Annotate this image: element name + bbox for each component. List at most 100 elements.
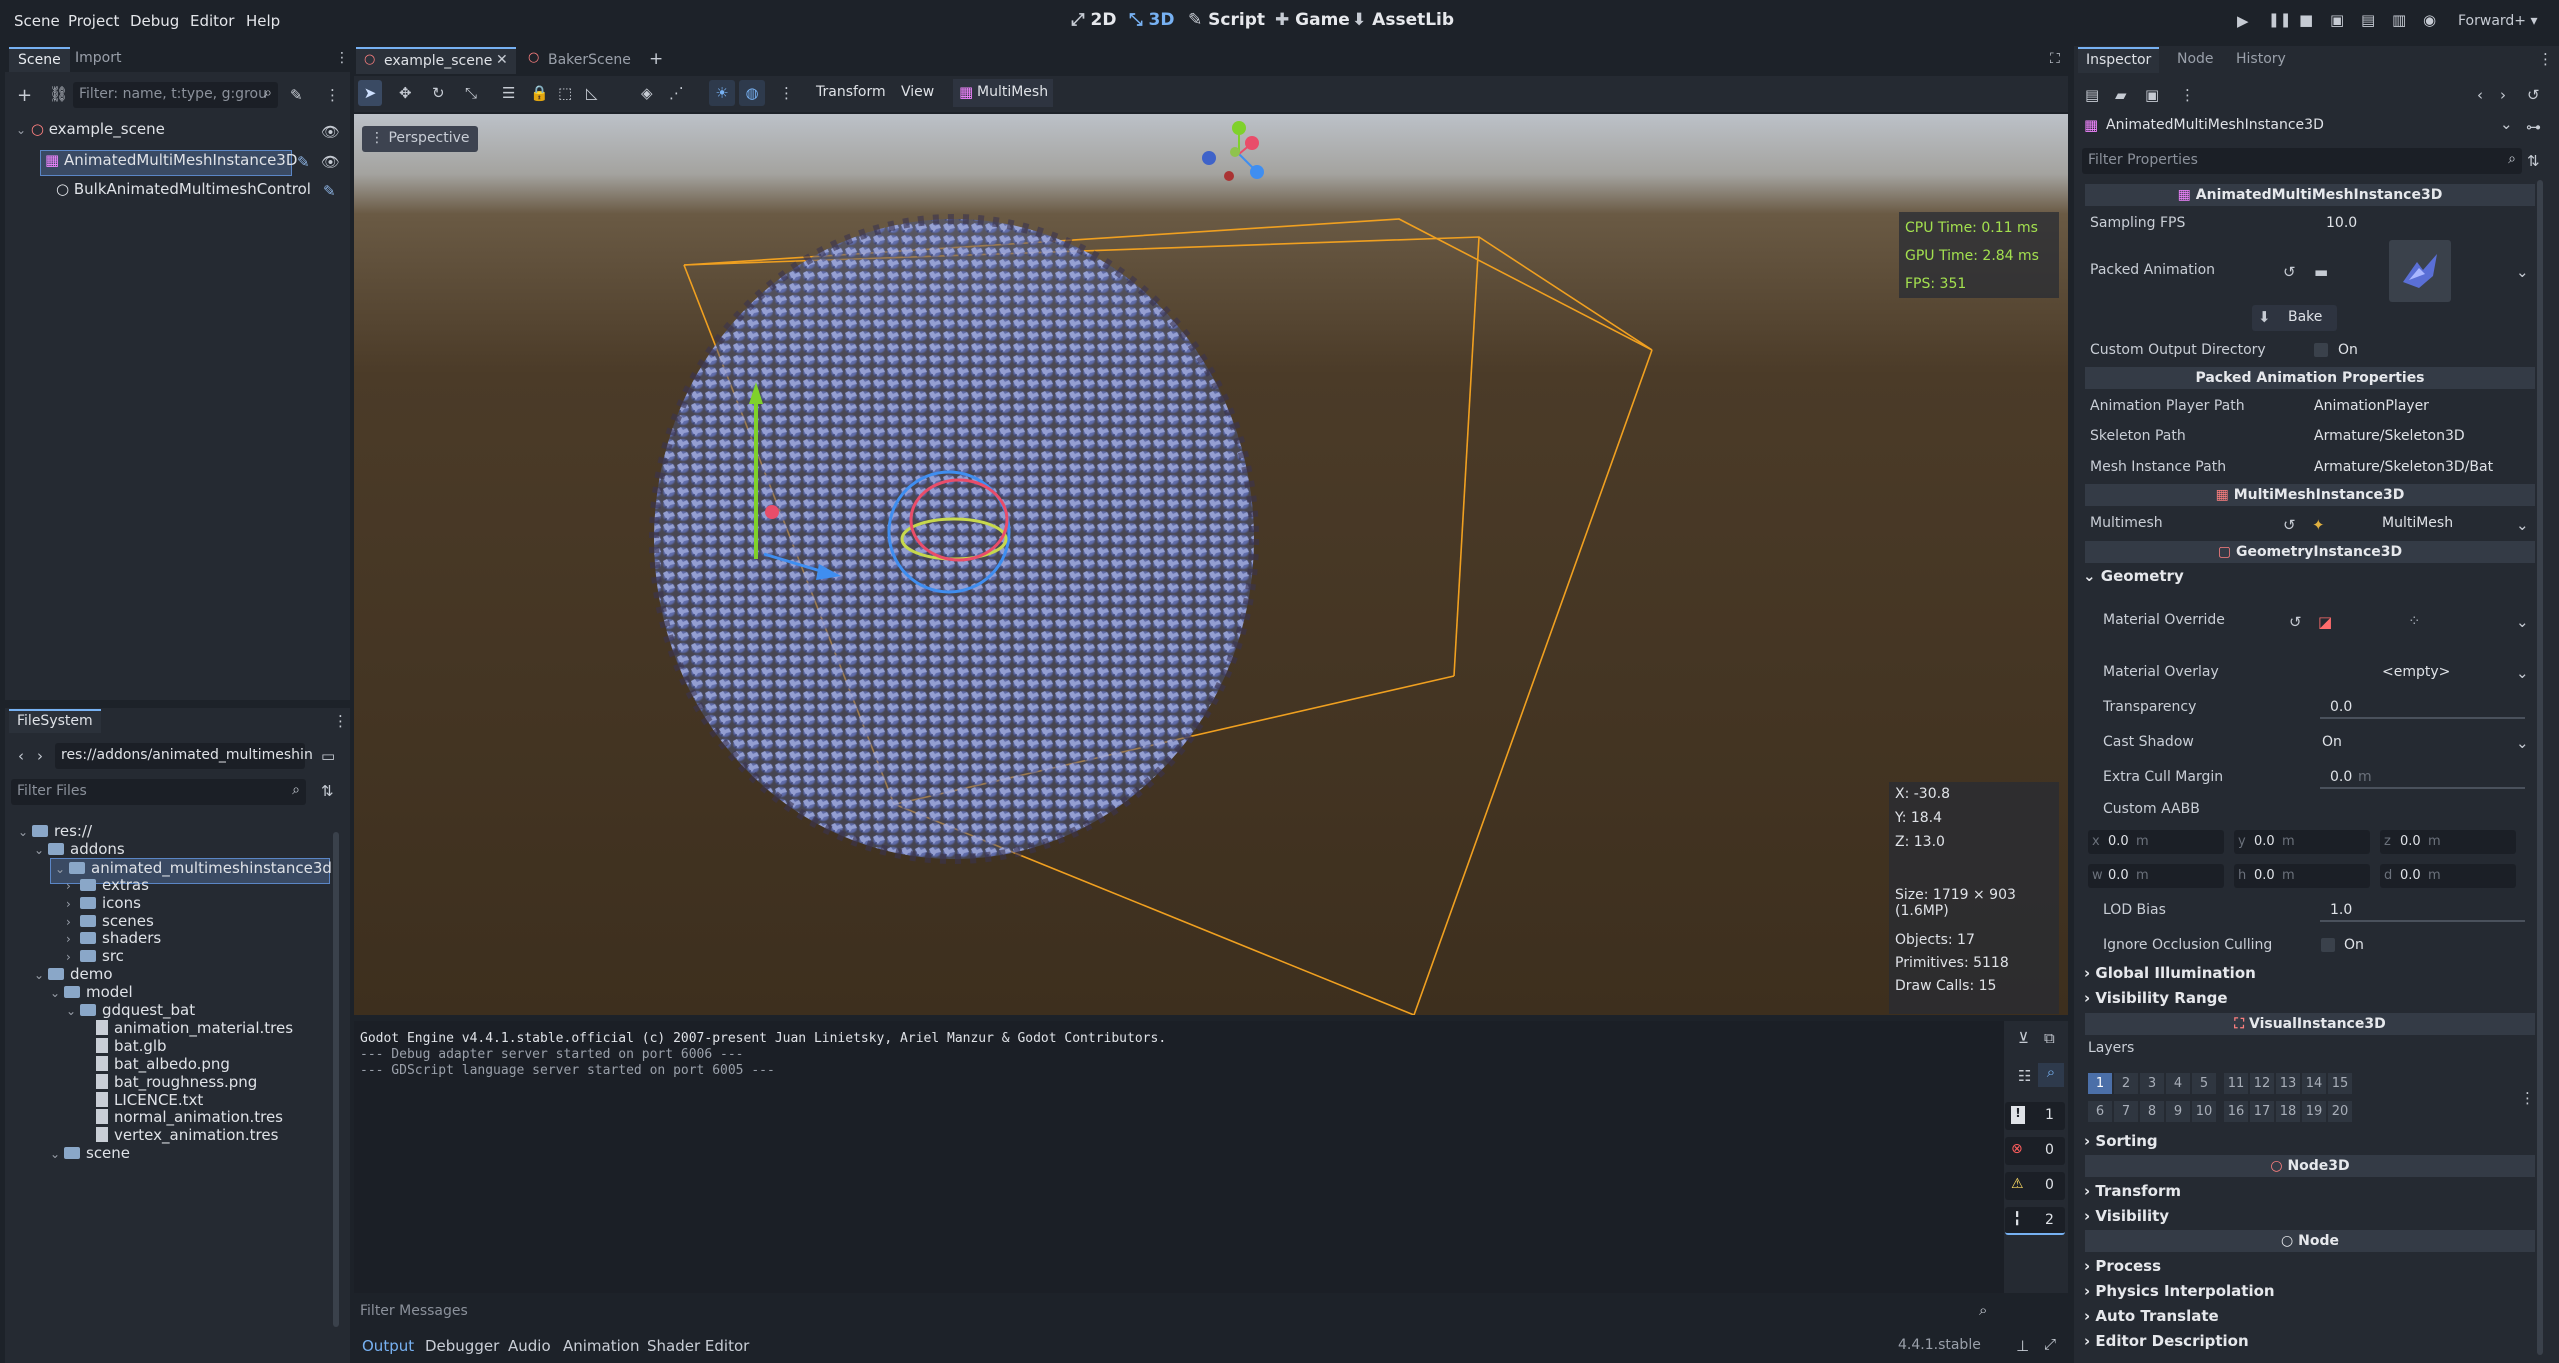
chevron-icon[interactable]: › [66,897,80,911]
renderer-select[interactable]: Forward+ ▾ [2458,13,2538,29]
layer-toggle[interactable]: 20 [2328,1101,2352,1122]
material-overlay-value[interactable]: <empty> [2382,664,2450,680]
list-select-icon[interactable]: ☰ [502,84,515,102]
layer-toggle[interactable]: 19 [2302,1101,2326,1122]
script-attached-icon[interactable]: ✎ [297,153,310,171]
dock-menu-icon[interactable]: ⋮ [2538,50,2553,68]
split-mode-icon[interactable]: ▭ [321,747,335,765]
film-icon[interactable]: ▬ [2314,263,2328,281]
ruler-icon[interactable]: ◺ [586,84,598,102]
layer-toggle[interactable]: 14 [2302,1073,2326,1094]
group-sorting[interactable]: › Sorting [2084,1132,2158,1150]
sampling-fps-value[interactable]: 10.0 [2326,215,2357,231]
transparency-slider[interactable] [2320,717,2525,719]
tree-row-bulk-control[interactable]: ○ BulkAnimatedMultimeshControl [56,180,311,206]
local-space-icon[interactable]: ◈ [641,84,653,102]
sort-icon[interactable]: ⇅ [321,782,334,800]
multimesh-value[interactable]: MultiMesh [2382,515,2453,531]
path-field[interactable]: res://addons/animated_multimeshin [55,743,313,769]
aabb-field-w[interactable]: w 0.0 m [2088,864,2224,888]
file-tree-item[interactable]: ⌄ scene [50,1144,130,1170]
layer-toggle[interactable]: 11 [2224,1073,2248,1094]
pause-icon[interactable]: ❚❚ [2268,12,2291,28]
group-global-illumination[interactable]: › Global Illumination [2084,964,2256,982]
chevron-icon[interactable]: ⌄ [66,1004,80,1018]
anim-player-path-value[interactable]: AnimationPlayer [2314,398,2429,414]
filter-files-input[interactable]: Filter Files ⌕ [11,779,306,805]
layer-toggle[interactable]: 3 [2140,1073,2164,1094]
section-multimesh-instance[interactable]: ▦ MultiMeshInstance3D [2085,484,2535,506]
group-visibility-range[interactable]: › Visibility Range [2084,989,2228,1007]
tab-import[interactable]: Import [75,50,121,66]
chevron-icon[interactable]: › [66,932,80,946]
visibility-eye-icon[interactable]: 👁 [321,153,340,171]
dock-menu-icon[interactable]: ⋮ [335,50,349,66]
aabb-field-y[interactable]: y 0.0 m [2234,830,2370,854]
material-preview[interactable]: ⁘ [2408,612,2421,630]
collapse-icon[interactable]: ☷ [2018,1067,2031,1085]
close-icon[interactable]: ✕ [496,52,508,68]
ignore-occlusion-checkbox[interactable] [2321,938,2335,952]
layer-toggle[interactable]: 13 [2276,1073,2300,1094]
group-physics-interpolation[interactable]: › Physics Interpolation [2084,1282,2275,1300]
aabb-field-x[interactable]: x 0.0 m [2088,830,2224,854]
log-filter-errors[interactable]: ⊗ 0 [2005,1137,2065,1165]
chevron-icon[interactable]: ⌄ [50,1147,64,1161]
aabb-field-d[interactable]: d 0.0 m [2380,864,2516,888]
lod-bias-slider[interactable] [2320,920,2525,922]
doc-icon[interactable]: ⊶ [2526,118,2541,136]
menu-project[interactable]: Project [68,12,119,30]
group-icon[interactable]: ⬚ [558,84,572,102]
tab-node[interactable]: Node [2177,51,2214,67]
layer-toggle[interactable]: 1 [2088,1073,2112,1094]
chevron-icon[interactable]: ⌄ [34,843,48,857]
search-toggle-icon[interactable]: ⌕ [2038,1063,2064,1087]
menu-multimesh[interactable]: ▦ MultiMesh [953,79,1053,107]
layer-toggle[interactable]: 17 [2250,1101,2274,1122]
aabb-field-z[interactable]: z 0.0 m [2380,830,2516,854]
bottom-tab-animation[interactable]: Animation [563,1337,639,1355]
log-filter-editor[interactable]: ╏ 2 [2005,1207,2065,1235]
new-resource-icon[interactable]: ▤ [2085,86,2099,104]
open-resource-icon[interactable]: ▰ [2115,86,2127,104]
chevron-icon[interactable]: › [66,915,80,929]
play-scene-icon[interactable]: ▤ [2361,11,2375,29]
section-packed-animation[interactable]: Packed Animation Properties [2085,367,2535,389]
mesh-path-value[interactable]: Armature/Skeleton3D/Bat [2314,459,2493,475]
forward-icon[interactable]: › [37,747,43,765]
more-icon[interactable]: ⋮ [779,84,794,102]
tab-inspector[interactable]: Inspector [2078,47,2160,73]
layer-toggle[interactable]: 7 [2114,1101,2138,1122]
layer-toggle[interactable]: 12 [2250,1073,2274,1094]
play-icon[interactable]: ▶ [2237,12,2249,30]
scene-filter-input[interactable]: Filter: name, t:type, g:grou ⌕ [73,82,278,108]
chevron-icon[interactable]: ⌄ [55,862,69,876]
group-visibility[interactable]: › Visibility [2084,1207,2169,1225]
attach-script-icon[interactable]: ✎ [290,86,303,104]
layer-toggle[interactable]: 4 [2166,1073,2190,1094]
remote-debug-icon[interactable]: ▣ [2330,11,2344,29]
layer-toggle[interactable]: 6 [2088,1101,2112,1122]
rotate-mode-icon[interactable]: ↻ [432,84,445,102]
chevron-down-icon[interactable]: ⌄ [2516,664,2529,682]
tree-row-example-scene[interactable]: ⌄ ○ example_scene [16,120,165,146]
transparency-value[interactable]: 0.0 [2330,699,2352,715]
tree-row-animated-multimesh[interactable]: ▦ AnimatedMultiMeshInstance3D [40,150,297,176]
filter-messages-input[interactable]: Filter Messages [360,1303,468,1319]
save-resource-icon[interactable]: ▣ [2145,86,2159,104]
chevron-down-icon[interactable]: ⌄ [2516,516,2529,534]
menu-view[interactable]: View [901,84,934,100]
revert-icon[interactable]: ↺ [2283,263,2296,281]
stop-icon[interactable]: ■ [2299,11,2313,29]
menu-transform[interactable]: Transform [816,84,886,100]
section-animated-multimesh[interactable]: ▦ AnimatedMultiMeshInstance3D [2085,184,2535,206]
group-editor-description[interactable]: › Editor Description [2084,1332,2249,1350]
chevron-icon[interactable]: › [66,879,80,893]
chevron-icon[interactable]: ⌄ [18,825,32,839]
inspector-scrollbar[interactable] [2537,180,2543,1355]
scale-mode-icon[interactable]: ⤡ [465,84,477,102]
move-mode-icon[interactable]: ✥ [399,84,412,102]
add-node-icon[interactable]: + [17,85,32,106]
log-filter-messages[interactable]: ! 1 [2005,1102,2065,1130]
chevron-icon[interactable]: ⌄ [50,986,64,1000]
